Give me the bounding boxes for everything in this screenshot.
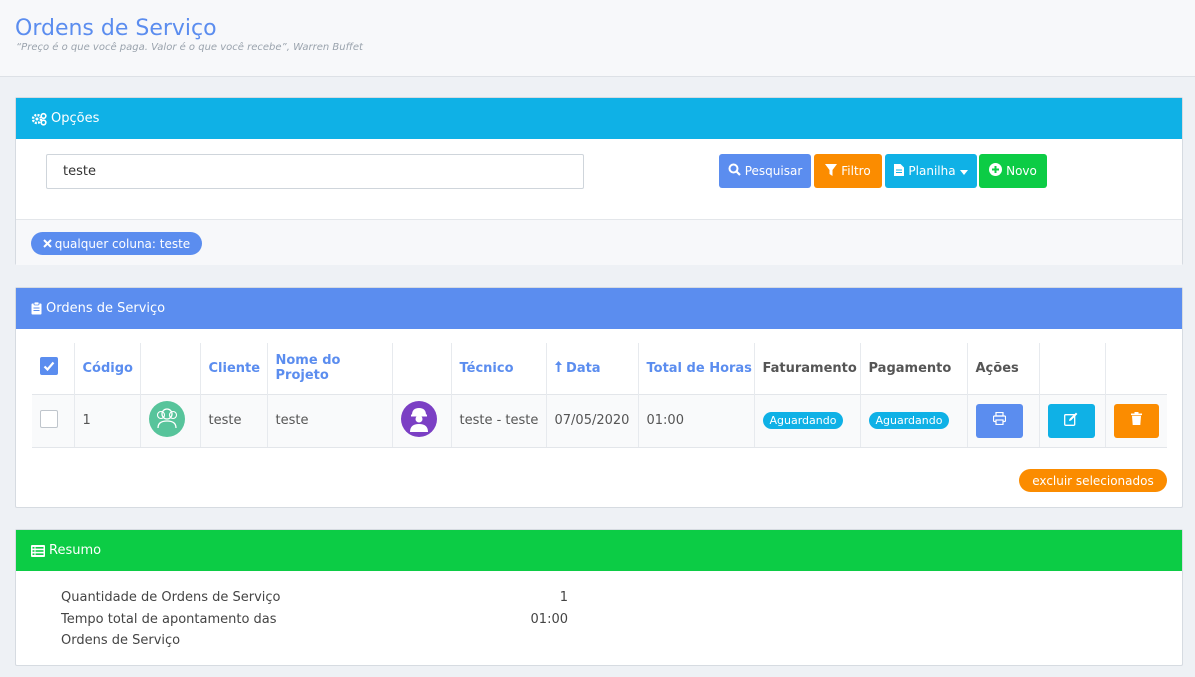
filter-button[interactable]: Filtro: [814, 154, 882, 188]
active-filters-bar: qualquer coluna: teste: [16, 219, 1182, 265]
delete-selected-button[interactable]: excluir selecionados: [1019, 469, 1167, 492]
col-tecnico[interactable]: Técnico: [451, 343, 547, 394]
cell-delete: [1105, 393, 1167, 448]
row-checkbox[interactable]: [40, 409, 58, 428]
col-cliente[interactable]: Cliente: [200, 343, 268, 394]
users-icon: [148, 400, 185, 441]
filter-button-label: Filtro: [841, 164, 871, 178]
orders-panel-title: Ordens de Serviço: [46, 301, 166, 316]
col-faturamento: Faturamento: [754, 343, 861, 394]
sort-up-icon: [554, 360, 562, 376]
spreadsheet-button-label: Planilha: [908, 164, 956, 178]
cell-tecnico: teste - teste: [451, 393, 547, 448]
search-button[interactable]: Pesquisar: [719, 154, 811, 188]
cell-edit: [1039, 393, 1106, 448]
col-data-label: Data: [566, 360, 601, 376]
edit-button[interactable]: [1047, 403, 1095, 438]
orders-panel-header: Ordens de Serviço: [16, 288, 1182, 329]
page-title: Ordens de Serviço: [15, 16, 217, 41]
col-acoes: Ações: [967, 343, 1040, 394]
delete-button[interactable]: [1113, 403, 1159, 438]
print-button[interactable]: [975, 403, 1023, 438]
cell-cliente: teste: [200, 393, 268, 448]
select-all-cell: [32, 343, 75, 394]
list-icon: [31, 544, 45, 557]
caret-down-icon: [959, 164, 968, 178]
page-subtitle: “Preço é o que você paga. Valor é o que …: [16, 42, 363, 53]
col-codigo[interactable]: Código: [74, 343, 141, 394]
cell-codigo: 1: [74, 393, 141, 448]
summary-time-label: Tempo total de apontamento das Ordens de…: [61, 612, 277, 648]
new-button[interactable]: Novo: [979, 154, 1047, 188]
cell-print: [967, 393, 1040, 448]
cell-data: 07/05/2020: [546, 393, 639, 448]
new-button-label: Novo: [1006, 164, 1037, 178]
status-badge: Aguardando: [868, 412, 950, 429]
search-button-label: Pesquisar: [744, 164, 803, 178]
summary-panel-header: Resumo: [16, 530, 1182, 571]
edit-icon: [1064, 412, 1078, 430]
col-total-horas[interactable]: Total de Horas: [638, 343, 755, 394]
summary-time-value: 01:00: [530, 612, 568, 627]
table-row[interactable]: 1 teste teste teste - teste 07/05/2020 0…: [32, 393, 1167, 448]
plus-circle-icon: [989, 163, 1003, 179]
search-icon: [728, 163, 741, 179]
summary-count-label: Quantidade de Ordens de Serviço: [61, 590, 281, 605]
search-input[interactable]: [46, 154, 584, 189]
options-panel-header: Opções: [16, 98, 1182, 139]
page-header: Ordens de Serviço “Preço é o que você pa…: [0, 0, 1195, 77]
active-filter-label: qualquer coluna: teste: [54, 236, 191, 251]
trash-icon: [1130, 412, 1142, 429]
col-tecnico-avatar: [392, 343, 452, 394]
cell-faturamento: Aguardando: [754, 393, 861, 448]
orders-table: Código Cliente Nome do Projeto Técnico D…: [32, 343, 1167, 448]
summary-count-value: 1: [559, 590, 568, 605]
cell-projeto: teste: [267, 393, 393, 448]
col-avatar: [140, 343, 201, 394]
col-nome-projeto[interactable]: Nome do Projeto: [267, 343, 393, 394]
options-panel: Opções Pesquisar Filtro Planilha Novo qu…: [15, 97, 1183, 265]
cell-pagamento: Aguardando: [860, 393, 968, 448]
technician-icon: [400, 400, 437, 441]
cell-tech-avatar: [392, 393, 452, 448]
row-select-cell: [32, 393, 75, 448]
gears-icon: [31, 112, 47, 126]
options-panel-title: Opções: [51, 111, 100, 126]
clipboard-icon: [31, 302, 42, 315]
status-badge: Aguardando: [762, 412, 844, 429]
cell-horas: 01:00: [638, 393, 755, 448]
remove-filter-icon[interactable]: [43, 237, 52, 251]
orders-panel: Ordens de Serviço Código Cliente Nome do…: [15, 287, 1183, 508]
print-icon: [992, 411, 1006, 429]
select-all-checkbox[interactable]: [40, 357, 58, 376]
active-filter-chip[interactable]: qualquer coluna: teste: [31, 232, 202, 255]
summary-panel: Resumo Quantidade de Ordens de Serviço 1…: [15, 529, 1183, 666]
file-icon: [894, 163, 905, 179]
col-data[interactable]: Data: [546, 343, 639, 394]
spreadsheet-button[interactable]: Planilha: [885, 154, 977, 188]
summary-panel-title: Resumo: [49, 543, 102, 558]
col-pagamento: Pagamento: [860, 343, 968, 394]
table-header-row: Código Cliente Nome do Projeto Técnico D…: [32, 343, 1167, 394]
cell-client-avatar: [140, 393, 201, 448]
filter-icon: [825, 163, 838, 179]
